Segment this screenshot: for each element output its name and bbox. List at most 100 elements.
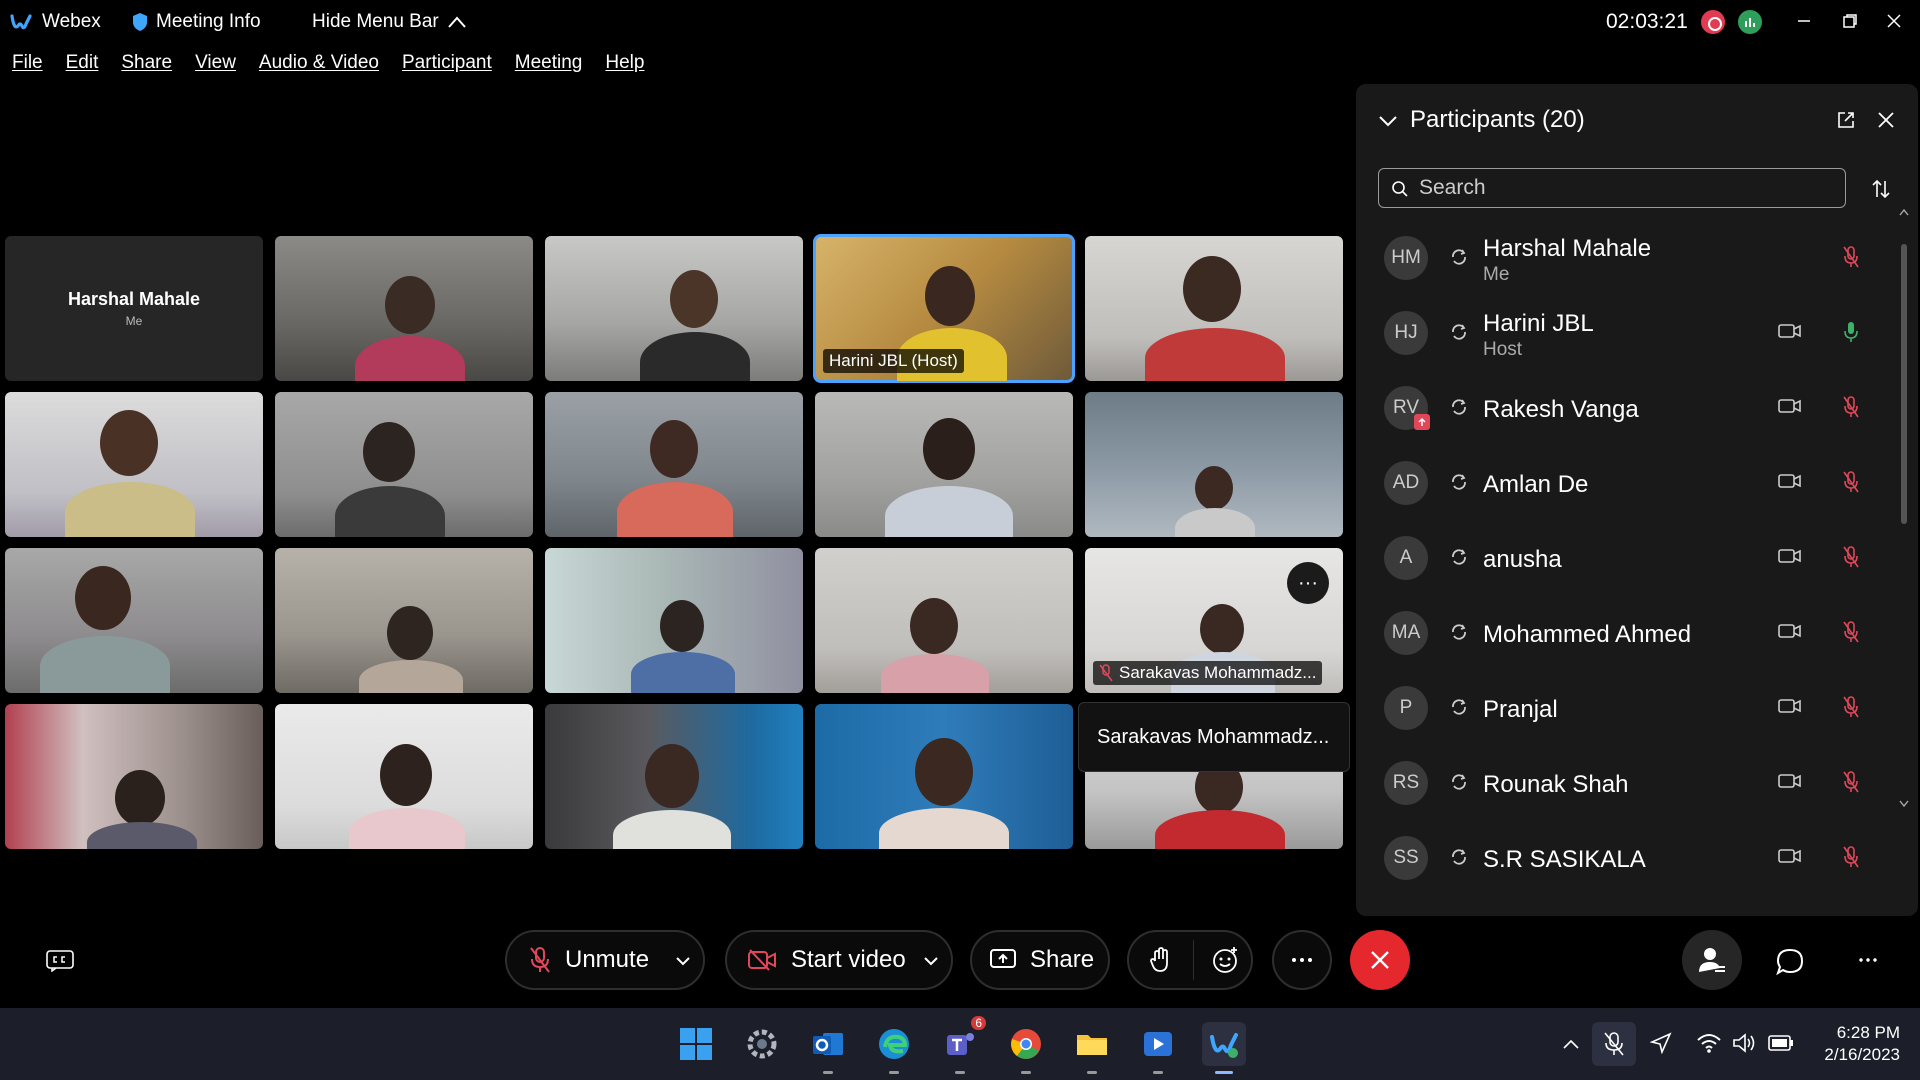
- chevron-down-icon[interactable]: [675, 955, 691, 967]
- chevron-down-icon[interactable]: [1378, 114, 1398, 128]
- participants-toggle-button[interactable]: [1682, 930, 1742, 990]
- close-window-button[interactable]: [1872, 6, 1916, 36]
- video-tile[interactable]: [545, 548, 803, 693]
- camera-icon[interactable]: [1778, 473, 1802, 489]
- edge-icon[interactable]: [872, 1022, 916, 1074]
- share-button[interactable]: Share: [970, 930, 1110, 990]
- reactions-icon[interactable]: [1212, 946, 1240, 974]
- menu-participant[interactable]: Participant: [402, 52, 492, 82]
- pop-out-icon[interactable]: [1836, 110, 1856, 130]
- participant-search-input[interactable]: Search: [1378, 168, 1846, 208]
- start-video-button[interactable]: Start video: [725, 930, 953, 990]
- video-tile[interactable]: [545, 236, 803, 381]
- video-tile[interactable]: [1085, 236, 1343, 381]
- end-call-button[interactable]: [1350, 930, 1410, 990]
- participant-row[interactable]: SS S.R SASIKALA: [1356, 818, 1896, 893]
- video-tile[interactable]: [1085, 392, 1343, 537]
- volume-icon[interactable]: [1732, 1032, 1756, 1054]
- mic-muted-icon[interactable]: [1842, 620, 1860, 644]
- more-icon[interactable]: [1858, 957, 1878, 963]
- host-video-tile[interactable]: Harini JBL (Host): [813, 234, 1075, 383]
- participant-row[interactable]: A anusha: [1356, 518, 1896, 593]
- mic-muted-icon[interactable]: [1842, 545, 1860, 569]
- video-tile[interactable]: ··· Sarakavas Mohammadz...: [1085, 548, 1343, 693]
- settings-icon[interactable]: [740, 1022, 784, 1066]
- start-menu-icon[interactable]: [674, 1022, 718, 1066]
- video-tile[interactable]: [815, 392, 1073, 537]
- scroll-down-icon[interactable]: [1899, 800, 1909, 808]
- mic-muted-tray-icon[interactable]: [1592, 1022, 1636, 1066]
- closed-captions-icon[interactable]: [46, 950, 74, 972]
- menu-help[interactable]: Help: [605, 52, 644, 82]
- sort-icon[interactable]: [1870, 178, 1892, 200]
- video-tile[interactable]: [275, 548, 533, 693]
- mic-muted-icon[interactable]: [1842, 245, 1860, 269]
- participant-list-scrollbar[interactable]: [1899, 208, 1909, 808]
- chevron-up-icon[interactable]: [1562, 1038, 1580, 1050]
- video-tile[interactable]: [275, 392, 533, 537]
- system-clock[interactable]: 6:28 PM 2/16/2023: [1824, 1022, 1900, 1066]
- mic-muted-icon[interactable]: [1842, 695, 1860, 719]
- menu-edit[interactable]: Edit: [66, 52, 99, 82]
- video-tile[interactable]: [815, 548, 1073, 693]
- participant-row[interactable]: AD Amlan De: [1356, 443, 1896, 518]
- location-icon[interactable]: [1650, 1032, 1672, 1054]
- outlook-icon[interactable]: [806, 1022, 850, 1074]
- mic-muted-icon[interactable]: [1842, 770, 1860, 794]
- video-tile[interactable]: [5, 704, 263, 849]
- camera-icon[interactable]: [1778, 698, 1802, 714]
- camera-icon[interactable]: [1778, 623, 1802, 639]
- restore-button[interactable]: [1828, 6, 1872, 36]
- video-tile[interactable]: [5, 392, 263, 537]
- participant-row[interactable]: RS Rounak Shah: [1356, 743, 1896, 818]
- close-panel-icon[interactable]: [1876, 110, 1896, 130]
- video-tile[interactable]: [275, 236, 533, 381]
- battery-icon[interactable]: [1768, 1034, 1794, 1052]
- network-stats-icon[interactable]: [1738, 10, 1762, 34]
- video-tile[interactable]: [545, 392, 803, 537]
- chrome-icon[interactable]: [1004, 1022, 1048, 1074]
- minimize-button[interactable]: [1782, 6, 1826, 36]
- menu-audio-video[interactable]: Audio & Video: [259, 52, 379, 82]
- participant-row[interactable]: P Pranjal: [1356, 668, 1896, 743]
- menu-meeting[interactable]: Meeting: [515, 52, 583, 82]
- more-options-button[interactable]: [1272, 930, 1332, 990]
- participant-row[interactable]: HJ Harini JBL Host: [1356, 293, 1896, 368]
- menu-view[interactable]: View: [195, 52, 236, 82]
- video-tile[interactable]: [545, 704, 803, 849]
- avatar: RS: [1384, 761, 1428, 805]
- mic-muted-icon[interactable]: [1842, 470, 1860, 494]
- camera-icon[interactable]: [1778, 398, 1802, 414]
- wifi-icon[interactable]: [1696, 1032, 1722, 1054]
- mic-active-icon[interactable]: [1842, 320, 1860, 344]
- self-video-tile[interactable]: Harshal Mahale Me: [5, 236, 263, 381]
- meeting-info-button[interactable]: Meeting Info: [132, 11, 261, 33]
- menu-file[interactable]: File: [12, 52, 43, 82]
- participant-row[interactable]: MA Mohammed Ahmed: [1356, 593, 1896, 668]
- media-player-icon[interactable]: [1136, 1022, 1180, 1074]
- raise-hand-icon[interactable]: [1149, 947, 1173, 973]
- mic-muted-icon[interactable]: [1842, 395, 1860, 419]
- teams-icon[interactable]: 6: [938, 1016, 986, 1074]
- hide-menu-bar-button[interactable]: Hide Menu Bar: [312, 11, 467, 33]
- menu-share[interactable]: Share: [121, 52, 172, 82]
- camera-icon[interactable]: [1778, 323, 1802, 339]
- webex-taskbar-icon[interactable]: [1202, 1022, 1246, 1074]
- mic-muted-icon[interactable]: [1842, 845, 1860, 869]
- camera-icon[interactable]: [1778, 548, 1802, 564]
- video-tile[interactable]: [5, 548, 263, 693]
- tile-more-options-button[interactable]: ···: [1287, 562, 1329, 604]
- participant-row[interactable]: RV Rakesh Vanga: [1356, 368, 1896, 443]
- camera-icon[interactable]: [1778, 848, 1802, 864]
- unmute-button[interactable]: Unmute: [505, 930, 705, 990]
- camera-icon[interactable]: [1778, 773, 1802, 789]
- scroll-thumb[interactable]: [1901, 244, 1907, 524]
- video-tile[interactable]: [275, 704, 533, 849]
- scroll-up-icon[interactable]: [1899, 208, 1909, 216]
- chat-icon[interactable]: [1776, 948, 1804, 976]
- video-tile[interactable]: [815, 704, 1073, 849]
- participant-row[interactable]: HM Harshal Mahale Me: [1356, 218, 1896, 293]
- recording-icon[interactable]: [1701, 10, 1725, 34]
- chevron-down-icon[interactable]: [923, 955, 939, 967]
- file-explorer-icon[interactable]: [1070, 1022, 1114, 1074]
